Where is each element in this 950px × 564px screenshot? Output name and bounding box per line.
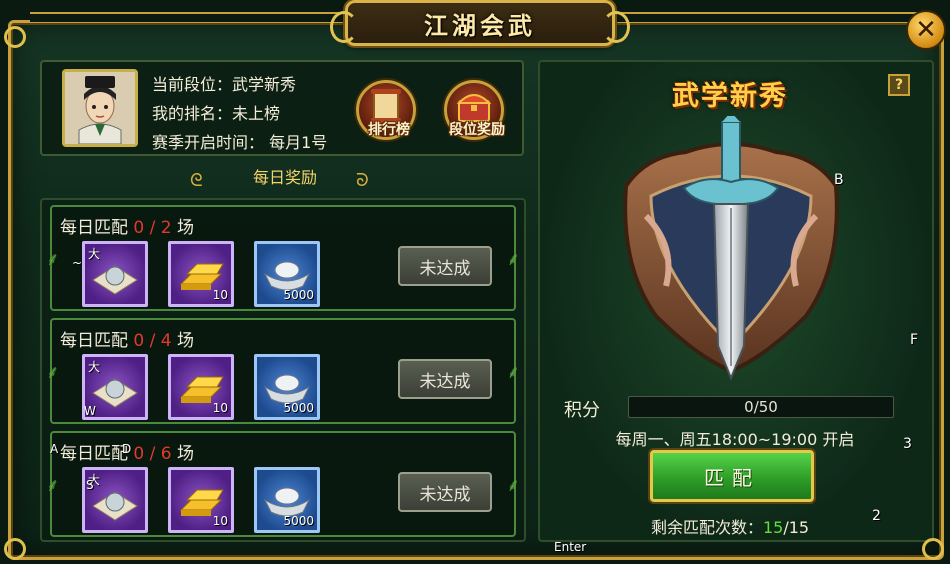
help-button[interactable]: ?: [888, 74, 910, 96]
count-separator: /: [149, 331, 156, 351]
title-plaque: 江湖会武: [330, 0, 630, 46]
reward-item-slot[interactable]: 10: [168, 241, 234, 307]
done-count: 0: [133, 444, 145, 464]
key-hint-w: W: [84, 404, 96, 418]
key-hint-a: A: [50, 442, 59, 456]
key-hint-enter: Enter: [554, 540, 587, 554]
score-value: 0/50: [744, 398, 778, 416]
total-count: 2: [160, 218, 172, 238]
sword-shield-emblem-icon: [623, 116, 839, 381]
total-count: 6: [160, 444, 172, 464]
leaderboard-label: 排行榜: [368, 122, 410, 138]
vine-ornament-icon: ⸙: [46, 249, 60, 270]
key-hint-d: D: [122, 442, 132, 456]
corner-ornament-icon: [922, 538, 944, 560]
item-quantity: 10: [212, 288, 228, 302]
remaining-label: 剩余匹配次数：: [650, 518, 763, 537]
key-hint-f: F: [910, 332, 919, 348]
rank-panel: 武学新秀 ? 积分 0/50 每周一、周五18:00~19:00 开启 匹配 剩…: [538, 60, 934, 542]
scholar-portrait-icon: [65, 72, 135, 144]
reward-item-slot[interactable]: 大: [82, 241, 148, 307]
daily-reward-title: 每日奖励: [252, 168, 317, 187]
reward-item-slot[interactable]: 5000: [254, 241, 320, 307]
unit-label: 场: [177, 331, 195, 351]
vine-ornament-icon: ⸙: [506, 249, 521, 270]
match-label: 每日匹配: [60, 444, 128, 464]
remaining-total: /15: [783, 518, 810, 537]
match-schedule-text: 每周一、周五18:00~19:00 开启: [615, 430, 855, 449]
my-ranking-text: 我的排名：未上榜: [152, 104, 281, 123]
unit-label: 场: [177, 444, 195, 464]
item-tag: 大: [88, 247, 101, 261]
count-separator: /: [149, 444, 156, 464]
claim-status-button[interactable]: 未达成: [398, 472, 492, 512]
done-count: 0: [133, 331, 145, 351]
reward-item-slot[interactable]: 5000: [254, 467, 320, 533]
window-title: 江湖会武: [424, 10, 536, 40]
current-rank-text: 当前段位：武学新秀: [152, 75, 297, 94]
unit-label: 场: [177, 218, 195, 238]
item-quantity: 10: [212, 514, 228, 528]
reward-item-slot[interactable]: 10: [168, 354, 234, 420]
corner-ornament-icon: [4, 26, 26, 48]
item-quantity: 10: [212, 401, 228, 415]
done-count: 0: [133, 218, 145, 238]
close-icon: ✕: [915, 15, 937, 45]
rank-name-title: 武学新秀: [672, 81, 788, 112]
item-tag: 大: [88, 360, 101, 374]
reward-row: ⸙ 每日匹配 0 / 6 场 大 10 5000 未达成 ⸙: [46, 431, 520, 537]
reward-row: ⸙ 每日匹配 0 / 4 场 大 10 5000 未达成 ⸙: [46, 318, 520, 424]
reward-item-slot[interactable]: 10: [168, 467, 234, 533]
remaining-matches-text: 剩余匹配次数：15/15: [540, 514, 920, 538]
claim-status-button[interactable]: 未达成: [398, 359, 492, 399]
corner-ornament-icon: [4, 538, 26, 560]
vine-ornament-icon: ⸙: [506, 362, 521, 383]
claim-status-button[interactable]: 未达成: [398, 246, 492, 286]
avatar: [62, 69, 138, 147]
vine-ornament-icon: ⸙: [506, 475, 521, 496]
key-hint-tilde: ~: [72, 256, 83, 270]
reward-row-label: 每日匹配 0 / 4 场: [60, 326, 194, 351]
key-hint-2: 2: [872, 508, 881, 524]
vine-ornament-icon: ⸙: [46, 475, 60, 496]
reward-item-slot[interactable]: 5000: [254, 354, 320, 420]
key-hint-3: 3: [903, 436, 912, 452]
key-hint-s: S: [86, 478, 94, 492]
match-button[interactable]: 匹配: [650, 450, 814, 502]
item-quantity: 5000: [283, 288, 314, 302]
key-hint-b: B: [834, 172, 844, 188]
rank-reward-label: 段位奖励: [449, 122, 505, 138]
count-separator: /: [149, 218, 156, 238]
reward-item-slot[interactable]: 大: [82, 467, 148, 533]
reward-row: ⸙ 每日匹配 0 / 2 场 大 10 5000 未达成 ⸙: [46, 205, 520, 311]
score-label: 积分: [564, 400, 600, 421]
total-count: 4: [160, 331, 172, 351]
match-label: 每日匹配: [60, 331, 128, 351]
leaderboard-button[interactable]: 排行榜: [356, 80, 416, 140]
score-progress-bar: 0/50: [628, 396, 894, 418]
rank-reward-button[interactable]: 段位奖励: [444, 80, 505, 140]
profile-panel: 当前段位：武学新秀 我的排名：未上榜 赛季开启时间： 每月1号 排行榜 段位奖励: [40, 60, 524, 156]
item-quantity: 5000: [283, 514, 314, 528]
item-quantity: 5000: [283, 401, 314, 415]
reward-row-label: 每日匹配 0 / 2 场: [60, 213, 194, 238]
remaining-count: 15: [762, 518, 784, 537]
swirl-ornament-icon: ᘐ: [356, 170, 369, 191]
season-start-text: 赛季开启时间： 每月1号: [152, 133, 328, 152]
vine-ornament-icon: ⸙: [46, 362, 60, 383]
match-label: 每日匹配: [60, 218, 128, 238]
close-button[interactable]: ✕: [906, 10, 946, 50]
